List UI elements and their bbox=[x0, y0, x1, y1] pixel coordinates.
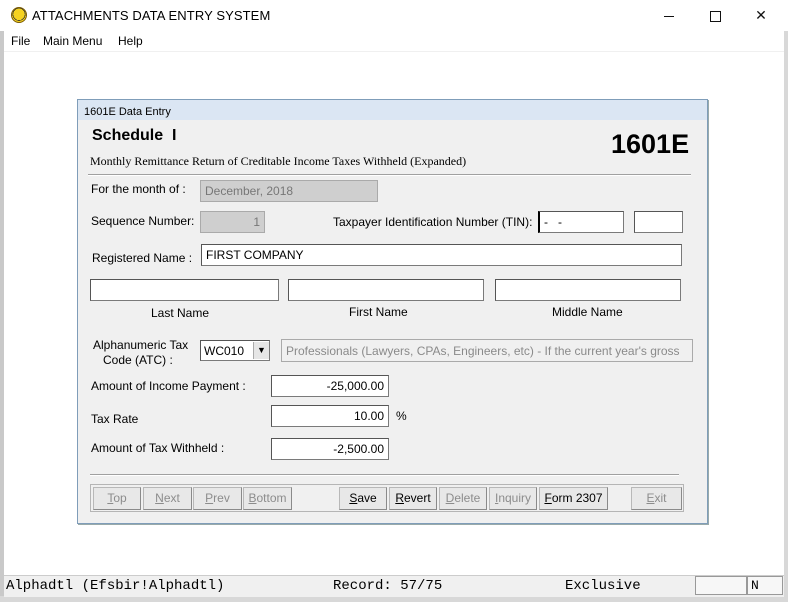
tin-branch-field[interactable] bbox=[634, 211, 683, 233]
middle-name-label: Middle Name bbox=[552, 305, 623, 319]
bottom-button-hotkey: B bbox=[248, 491, 257, 505]
status-mode: Exclusive bbox=[565, 578, 641, 594]
window-title: ATTACHMENTS DATA ENTRY SYSTEM bbox=[32, 8, 271, 23]
status-alias: Alphadtl (Efsbir!Alphadtl) bbox=[6, 578, 225, 594]
registered-name-label: Registered Name : bbox=[92, 251, 193, 265]
next-button-hotkey: N bbox=[155, 491, 164, 505]
tax-withheld-label: Amount of Tax Withheld : bbox=[91, 441, 225, 455]
last-name-field[interactable] bbox=[90, 279, 279, 301]
app-icon bbox=[11, 7, 27, 23]
tax-rate-label: Tax Rate bbox=[91, 412, 139, 426]
income-payment-field[interactable]: -25,000.00 bbox=[271, 375, 389, 397]
revert-button-hotkey: R bbox=[395, 491, 404, 505]
close-button[interactable]: ✕ bbox=[738, 0, 784, 31]
divider bbox=[90, 474, 679, 476]
desktop-edge-left bbox=[0, 0, 4, 602]
inquiry-button[interactable]: Inquiry bbox=[489, 487, 537, 510]
divider bbox=[88, 174, 691, 176]
top-button[interactable]: Top bbox=[93, 487, 141, 510]
tax-withheld-field[interactable]: -2,500.00 bbox=[271, 438, 389, 460]
next-button[interactable]: Next bbox=[143, 487, 192, 510]
revert-button[interactable]: Revert bbox=[389, 487, 437, 510]
status-panel bbox=[695, 576, 747, 595]
delete-button-label: elete bbox=[454, 491, 481, 505]
tin-label: Taxpayer Identification Number (TIN): bbox=[333, 215, 533, 229]
month-label: For the month of : bbox=[91, 182, 186, 196]
last-name-label: Last Name bbox=[151, 306, 210, 320]
delete-button-hotkey: D bbox=[445, 491, 455, 505]
first-name-label: First Name bbox=[349, 305, 408, 319]
month-field: December, 2018 bbox=[200, 180, 378, 202]
revert-button-label: evert bbox=[403, 491, 431, 505]
menu-main-menu[interactable]: Main Menu bbox=[43, 34, 102, 48]
dialog-title: 1601E Data Entry bbox=[84, 106, 171, 118]
exit-button-hotkey: E bbox=[646, 491, 655, 505]
registered-name-field[interactable]: FIRST COMPANY bbox=[201, 244, 682, 266]
form-description: Monthly Remittance Return of Creditable … bbox=[90, 154, 467, 168]
status-panel-insert: N bbox=[747, 576, 783, 595]
menu-file[interactable]: File bbox=[11, 34, 30, 48]
atc-label-line1: Alphanumeric Tax bbox=[93, 338, 189, 352]
form-code: 1601E bbox=[611, 129, 690, 159]
form-2307-button[interactable]: Form 2307 bbox=[539, 487, 608, 510]
first-name-field[interactable] bbox=[288, 279, 484, 301]
atc-description-field: Professionals (Lawyers, CPAs, Engineers,… bbox=[281, 339, 693, 362]
next-button-label: ext bbox=[163, 491, 180, 505]
desktop-edge-right bbox=[784, 0, 788, 602]
top-button-label: op bbox=[113, 491, 127, 505]
sequence-field: 1 bbox=[200, 211, 265, 233]
exit-button-label: xit bbox=[654, 491, 667, 505]
status-record: Record: 57/75 bbox=[333, 578, 443, 594]
minimize-icon bbox=[664, 15, 674, 17]
chevron-down-icon[interactable]: ▼ bbox=[253, 342, 269, 359]
exit-button[interactable]: Exit bbox=[631, 487, 682, 510]
tax-rate-field[interactable]: 10.00 bbox=[271, 405, 389, 427]
maximize-icon bbox=[709, 10, 721, 22]
delete-button[interactable]: Delete bbox=[439, 487, 487, 510]
prev-button-label: rev bbox=[213, 491, 230, 505]
inquiry-button-label: nquiry bbox=[498, 491, 532, 505]
schedule-label: Schedule I bbox=[92, 127, 177, 144]
income-payment-label: Amount of Income Payment : bbox=[91, 379, 246, 393]
atc-select-value: WC010 bbox=[204, 344, 245, 358]
percent-unit: % bbox=[396, 409, 407, 423]
bottom-button[interactable]: Bottom bbox=[243, 487, 292, 510]
tin-field[interactable]: - - bbox=[538, 211, 624, 233]
save-button[interactable]: Save bbox=[339, 487, 387, 510]
close-icon: ✕ bbox=[755, 7, 767, 23]
form-2307-button-label: orm 2307 bbox=[551, 491, 603, 505]
bottom-button-label: ottom bbox=[256, 491, 287, 505]
middle-name-field[interactable] bbox=[495, 279, 681, 301]
form-2307-button-hotkey: F bbox=[544, 491, 552, 505]
prev-button-hotkey: P bbox=[205, 491, 214, 505]
save-button-label: ave bbox=[357, 491, 377, 505]
minimize-button[interactable] bbox=[646, 0, 692, 31]
sequence-label: Sequence Number: bbox=[91, 214, 195, 228]
dialog-titlebar[interactable] bbox=[78, 100, 707, 120]
menu-help[interactable]: Help bbox=[118, 34, 143, 48]
maximize-button[interactable] bbox=[692, 0, 738, 31]
atc-label-line2: Code (ATC) : bbox=[103, 353, 173, 367]
prev-button[interactable]: Prev bbox=[193, 487, 242, 510]
